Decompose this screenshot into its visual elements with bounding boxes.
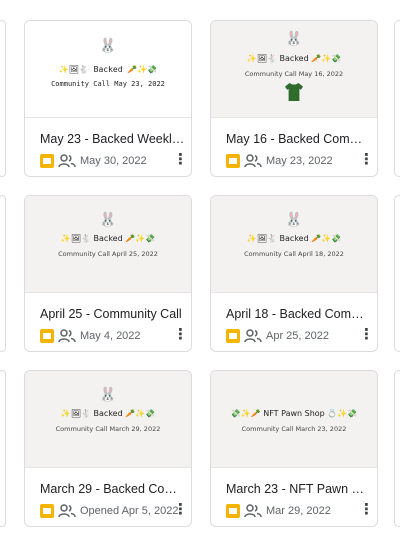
file-card[interactable]: 💸✨🥕 NFT Pawn Shop 💍✨💸 Community Call Mar… [210,370,378,527]
file-date: Apr 25, 2022 [266,330,329,342]
slides-icon [40,329,54,343]
slides-icon [40,504,54,518]
file-title: April 18 - Backed Commu... [226,307,371,321]
file-thumbnail: 🐰 ✨🖼🐇 Backed 🥕✨💸 Community Call April 18… [211,196,377,293]
file-title: May 16 - Backed Commu... [226,132,371,146]
partial-card-right[interactable] [394,370,400,527]
more-vert-icon[interactable]: ⋮ [173,327,188,344]
more-vert-icon[interactable]: ⋮ [359,152,374,169]
thumbnail-headline: 💸✨🥕 NFT Pawn Shop 💍✨💸 [230,409,358,418]
file-card[interactable]: 🐰 ✨🖼🐇 Backed 🥕✨💸 Community Call April 18… [210,195,378,352]
file-thumbnail: 🐰 ✨🖼🐇 Backed 🥕✨💸 Community Call May 16, … [211,21,377,118]
partial-card-left[interactable] [0,195,6,352]
shared-people-icon [58,504,76,518]
more-vert-icon[interactable]: ⋮ [173,502,188,519]
file-title: May 23 - Backed Weekly ... [40,132,185,146]
partial-card-left[interactable] [0,20,6,177]
thumbnail-subtitle: Community Call April 25, 2022 [58,250,158,258]
shared-people-icon [58,329,76,343]
shared-people-icon [244,154,262,168]
slides-icon [40,154,54,168]
file-meta: May 4, 2022 [40,328,190,344]
shared-people-icon [58,154,76,168]
file-card[interactable]: 🐰 ✨🖼🐇 Backed 🥕✨💸 Community Call May 16, … [210,20,378,177]
bunny-icon: 🐰 [285,212,303,228]
shared-people-icon [244,329,262,343]
thumbnail-subtitle: Community Call May 23, 2022 [51,80,165,88]
file-card[interactable]: 🐰 ✨🖼🐇 Backed 🥕✨💸 Community Call May 23, … [24,20,192,177]
thumbnail-subtitle: Community Call May 16, 2022 [244,70,344,78]
file-thumbnail: 🐰 ✨🖼🐇 Backed 🥕✨💸 Community Call May 23, … [25,21,191,118]
bunny-icon: 🐰 [285,31,303,47]
slides-icon [226,504,240,518]
file-title: April 25 - Community Call [40,307,182,321]
file-meta: May 23, 2022 [226,153,376,169]
bunny-icon: 🐰 [99,387,117,403]
file-thumbnail: 💸✨🥕 NFT Pawn Shop 💍✨💸 Community Call Mar… [211,371,377,468]
file-date: May 23, 2022 [266,155,333,167]
file-title: March 23 - NFT Pawn Sh... [226,482,371,496]
thumbnail-subtitle: Community Call March 29, 2022 [55,425,161,433]
file-date: Opened Apr 5, 2022 [80,505,179,517]
partial-card-right[interactable] [394,20,400,177]
thumbnail-headline: ✨🖼🐇 Backed 🥕✨💸 [246,234,342,243]
thumbnail-headline: ✨🖼🐇 Backed 🥕✨💸 [58,65,158,74]
slides-icon [226,329,240,343]
file-meta: Mar 29, 2022 [226,503,376,519]
thumbnail-headline: ✨🖼🐇 Backed 🥕✨💸 [60,234,156,243]
file-date: May 30, 2022 [80,155,147,167]
bunny-icon: 🐰 [99,38,117,54]
file-thumbnail: 🐰 ✨🖼🐇 Backed 🥕✨💸 Community Call March 29… [25,371,191,468]
file-thumbnail: 🐰 ✨🖼🐇 Backed 🥕✨💸 Community Call April 25… [25,196,191,293]
file-card[interactable]: 🐰 ✨🖼🐇 Backed 🥕✨💸 Community Call March 29… [24,370,192,527]
file-title: March 29 - Backed Com... [40,482,185,496]
shirt-icon [285,83,303,101]
file-date: May 4, 2022 [80,330,141,342]
slides-icon [226,154,240,168]
file-meta: May 30, 2022 [40,153,190,169]
file-meta: Apr 25, 2022 [226,328,376,344]
more-vert-icon[interactable]: ⋮ [173,152,188,169]
thumbnail-subtitle: Community Call March 23, 2022 [241,425,347,433]
thumbnail-subtitle: Community Call April 18, 2022 [244,250,344,258]
file-date: Mar 29, 2022 [266,505,331,517]
bunny-icon: 🐰 [99,212,117,228]
more-vert-icon[interactable]: ⋮ [359,502,374,519]
file-card[interactable]: 🐰 ✨🖼🐇 Backed 🥕✨💸 Community Call April 25… [24,195,192,352]
partial-card-right[interactable] [394,195,400,352]
partial-card-left[interactable] [0,370,6,527]
shared-people-icon [244,504,262,518]
file-meta: Opened Apr 5, 2022 [40,503,190,519]
more-vert-icon[interactable]: ⋮ [359,327,374,344]
thumbnail-headline: ✨🖼🐇 Backed 🥕✨💸 [60,409,156,418]
thumbnail-headline: ✨🖼🐇 Backed 🥕✨💸 [246,54,342,63]
